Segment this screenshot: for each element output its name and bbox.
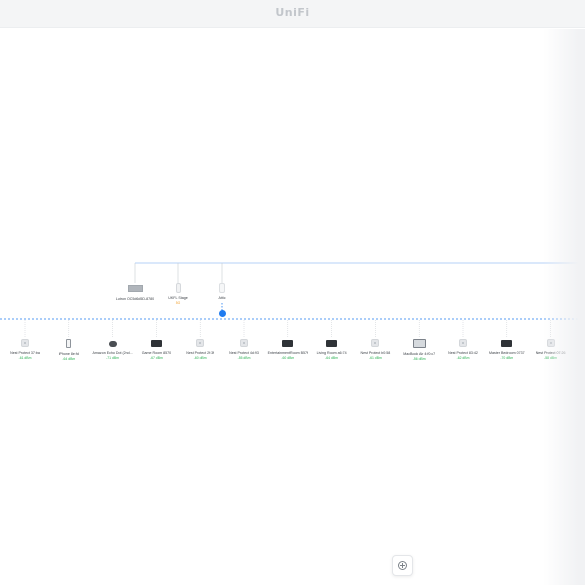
attic-uplink-dot[interactable] [219,310,226,317]
switch-icon [127,285,143,292]
device-name: Attic [218,296,226,300]
sensor-icon [21,339,29,347]
sensor-icon [240,339,248,347]
laptop-icon [412,339,426,348]
device-attic[interactable]: Attic [192,283,252,301]
tv-icon [501,340,513,347]
tv-icon [326,340,338,347]
sensor-icon [371,339,380,347]
zoom-in-button[interactable] [392,555,413,576]
device-band: 5G [175,301,181,305]
sensor-icon [459,339,467,347]
tv-icon [282,340,294,347]
speaker-icon [108,341,117,347]
tv-icon [150,340,162,347]
access-point-icon [175,283,181,293]
topology-links [0,262,585,338]
phone-icon [66,339,72,348]
sensor-icon [196,339,205,347]
plus-circle-icon [398,561,407,570]
router-icon [219,283,225,293]
right-edge-fade [543,29,585,585]
